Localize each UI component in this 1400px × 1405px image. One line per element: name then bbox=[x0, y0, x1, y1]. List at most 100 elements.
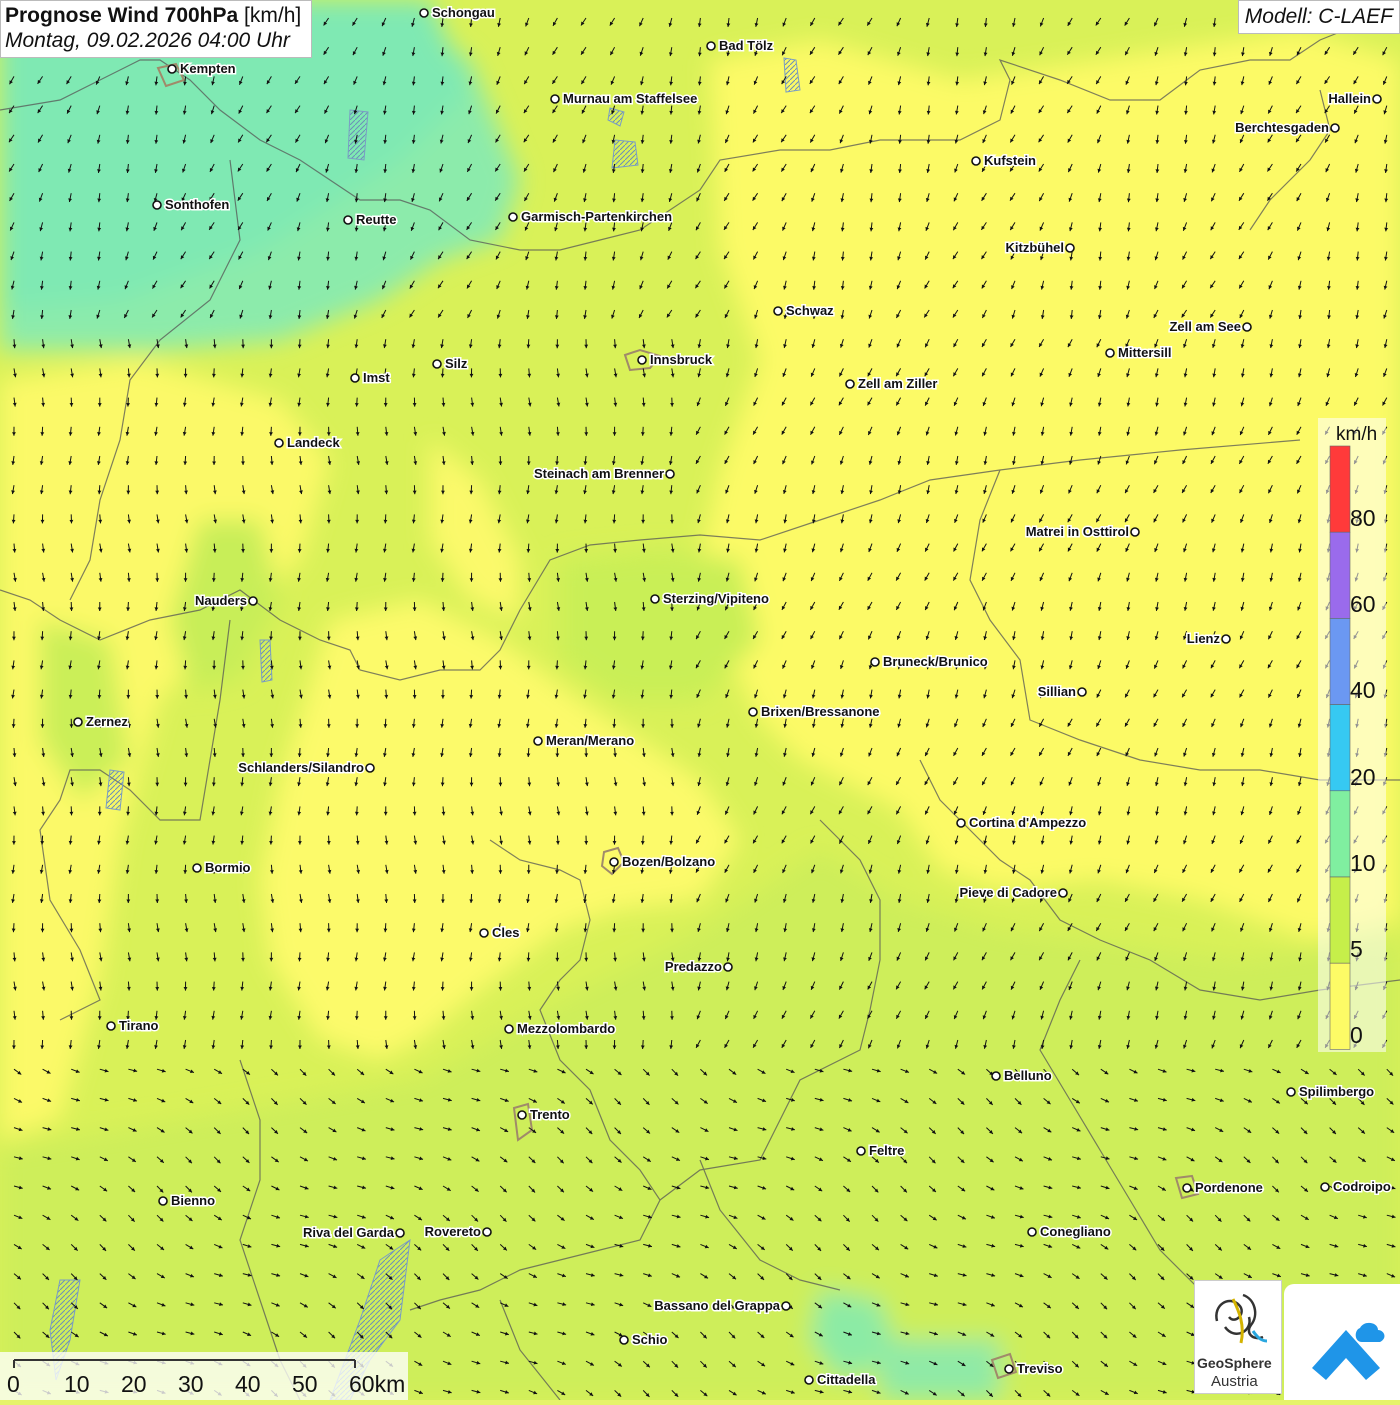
city-dot bbox=[972, 157, 980, 165]
city-dot bbox=[666, 470, 674, 478]
city-marker[interactable]: Murnau am Staffelsee bbox=[551, 91, 697, 106]
geosphere-logo[interactable]: GeoSphere Austria bbox=[1194, 1280, 1282, 1394]
city-marker[interactable]: Innsbruck bbox=[638, 352, 713, 367]
scale-label: 30 bbox=[178, 1371, 204, 1398]
legend-value-label: 0 bbox=[1350, 1022, 1363, 1049]
city-marker[interactable]: Zell am See bbox=[1169, 319, 1251, 334]
wind-map[interactable]: SchongauBad TölzKemptenMurnau am Staffel… bbox=[0, 0, 1400, 1400]
city-dot bbox=[518, 1111, 526, 1119]
city-label: Landeck bbox=[287, 435, 341, 450]
city-label: Riva del Garda bbox=[303, 1225, 395, 1240]
city-dot bbox=[1373, 95, 1381, 103]
weather-app-logo[interactable] bbox=[1284, 1284, 1400, 1400]
city-marker[interactable]: Cortina d'Ampezzo bbox=[957, 815, 1086, 830]
city-label: Bozen/Bolzano bbox=[622, 854, 715, 869]
city-label: Schlanders/Silandro bbox=[238, 760, 364, 775]
city-label: Berchtesgaden bbox=[1235, 120, 1329, 135]
city-dot bbox=[857, 1147, 865, 1155]
city-dot bbox=[480, 929, 488, 937]
city-dot bbox=[366, 764, 374, 772]
city-marker[interactable]: Matrei in Osttirol bbox=[1026, 524, 1139, 539]
city-dot bbox=[1005, 1365, 1013, 1373]
city-dot bbox=[1331, 124, 1339, 132]
city-dot bbox=[168, 65, 176, 73]
city-dot bbox=[509, 213, 517, 221]
city-marker[interactable]: Bruneck/Brunico bbox=[871, 654, 988, 669]
city-label: Sterzing/Vipiteno bbox=[663, 591, 769, 606]
city-marker[interactable]: Bassano del Grappa bbox=[654, 1298, 790, 1313]
city-label: Imst bbox=[363, 370, 390, 385]
city-dot bbox=[782, 1302, 790, 1310]
city-label: Bad Tölz bbox=[719, 38, 774, 53]
city-label: Zernez bbox=[86, 714, 128, 729]
city-label: Schongau bbox=[432, 5, 495, 20]
city-dot bbox=[805, 1376, 813, 1384]
geosphere-name: GeoSphere bbox=[1197, 1355, 1281, 1371]
legend-color-segment bbox=[1330, 618, 1350, 704]
city-label: Schio bbox=[632, 1332, 667, 1347]
city-label: Spilimbergo bbox=[1299, 1084, 1374, 1099]
city-dot bbox=[433, 360, 441, 368]
city-dot bbox=[610, 858, 618, 866]
city-dot bbox=[396, 1229, 404, 1237]
city-marker[interactable]: Schongau bbox=[420, 5, 495, 20]
city-dot bbox=[1106, 349, 1114, 357]
legend-value-label: 20 bbox=[1350, 764, 1376, 791]
city-marker[interactable]: Steinach am Brenner bbox=[534, 466, 674, 481]
city-marker[interactable]: Bozen/Bolzano bbox=[610, 854, 715, 869]
legend-value-label: 5 bbox=[1350, 936, 1363, 963]
city-dot bbox=[534, 737, 542, 745]
city-marker[interactable]: Pordenone bbox=[1183, 1180, 1263, 1195]
city-dot bbox=[992, 1072, 1000, 1080]
city-dot bbox=[344, 216, 352, 224]
city-dot bbox=[74, 718, 82, 726]
scale-bar-line bbox=[0, 1352, 408, 1400]
city-marker[interactable]: Pieve di Cadore bbox=[959, 885, 1067, 900]
city-label: Zell am See bbox=[1169, 319, 1241, 334]
city-label: Conegliano bbox=[1040, 1224, 1111, 1239]
city-dot bbox=[483, 1228, 491, 1236]
city-label: Silz bbox=[445, 356, 468, 371]
legend-value-label: 40 bbox=[1350, 677, 1376, 704]
city-label: Hallein bbox=[1328, 91, 1371, 106]
city-dot bbox=[846, 380, 854, 388]
city-dot bbox=[1243, 323, 1251, 331]
scale-bar bbox=[0, 1352, 408, 1400]
city-marker[interactable]: Sterzing/Vipiteno bbox=[651, 591, 769, 606]
city-dot bbox=[249, 597, 257, 605]
legend-color-segment bbox=[1330, 963, 1350, 1049]
app-mountain-icon bbox=[1284, 1284, 1400, 1400]
city-marker[interactable]: Berchtesgaden bbox=[1235, 120, 1339, 135]
city-dot bbox=[1028, 1228, 1036, 1236]
city-dot bbox=[193, 864, 201, 872]
city-label: Rovereto bbox=[425, 1224, 481, 1239]
city-dot bbox=[1321, 1183, 1329, 1191]
city-marker[interactable]: Schlanders/Silandro bbox=[238, 760, 374, 775]
city-dot bbox=[1183, 1184, 1191, 1192]
forecast-date: Montag, 09.02.2026 04:00 Uhr bbox=[5, 29, 301, 53]
city-label: Belluno bbox=[1004, 1068, 1052, 1083]
city-marker[interactable]: Zell am Ziller bbox=[846, 376, 937, 391]
scale-label: 60km bbox=[349, 1371, 405, 1398]
city-marker[interactable]: Mezzolombardo bbox=[505, 1021, 615, 1036]
city-label: Murnau am Staffelsee bbox=[563, 91, 697, 106]
city-marker[interactable]: Meran/Merano bbox=[534, 733, 634, 748]
city-marker[interactable]: Riva del Garda bbox=[303, 1225, 404, 1240]
city-marker[interactable]: Brixen/Bressanone bbox=[749, 704, 880, 719]
city-dot bbox=[707, 42, 715, 50]
city-marker[interactable]: Predazzo bbox=[665, 959, 732, 974]
city-label: Mezzolombardo bbox=[517, 1021, 615, 1036]
city-marker[interactable]: Sonthofen bbox=[153, 197, 229, 212]
city-marker[interactable]: Garmisch-Partenkirchen bbox=[509, 209, 672, 224]
city-marker[interactable]: Kitzbühel bbox=[1006, 240, 1075, 255]
city-dot bbox=[957, 819, 965, 827]
city-label: Bormio bbox=[205, 860, 251, 875]
city-label: Sonthofen bbox=[165, 197, 229, 212]
legend-unit: km/h bbox=[1336, 424, 1377, 446]
scale-label: 40 bbox=[235, 1371, 261, 1398]
city-marker[interactable]: Conegliano bbox=[1028, 1224, 1111, 1239]
city-marker[interactable]: Spilimbergo bbox=[1287, 1084, 1374, 1099]
city-label: Cittadella bbox=[817, 1372, 876, 1387]
city-dot bbox=[1131, 528, 1139, 536]
city-dot bbox=[774, 307, 782, 315]
